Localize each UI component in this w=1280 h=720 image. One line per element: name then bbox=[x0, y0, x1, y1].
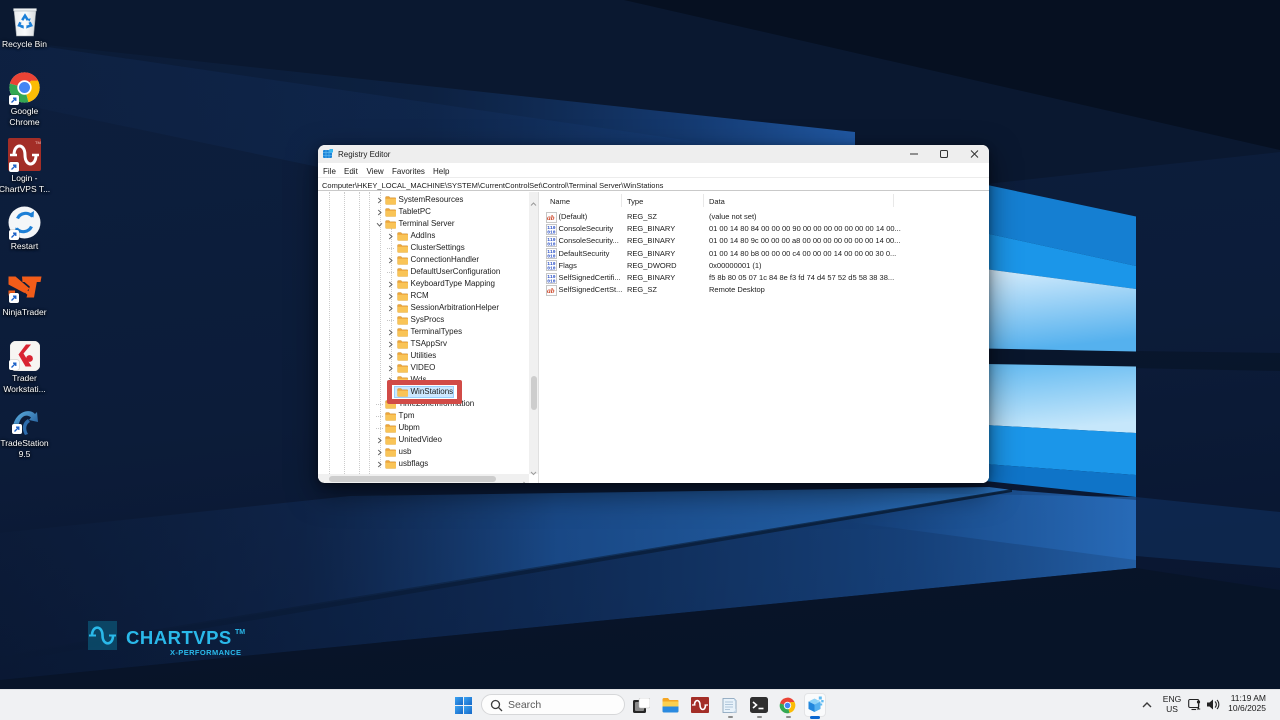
svg-text:X-PERFORMANCE: X-PERFORMANCE bbox=[170, 648, 241, 657]
svg-text:010: 010 bbox=[547, 254, 556, 259]
svg-text:CHARTVPS: CHARTVPS bbox=[126, 627, 232, 648]
svg-text:TM: TM bbox=[235, 629, 245, 636]
svg-text:ab: ab bbox=[547, 286, 555, 295]
svg-text:010: 010 bbox=[547, 266, 556, 271]
svg-text:010: 010 bbox=[547, 278, 556, 283]
svg-text:TM: TM bbox=[35, 140, 41, 145]
svg-text:010: 010 bbox=[547, 229, 556, 234]
svg-text:ab: ab bbox=[547, 213, 555, 222]
svg-text:010: 010 bbox=[547, 241, 556, 246]
